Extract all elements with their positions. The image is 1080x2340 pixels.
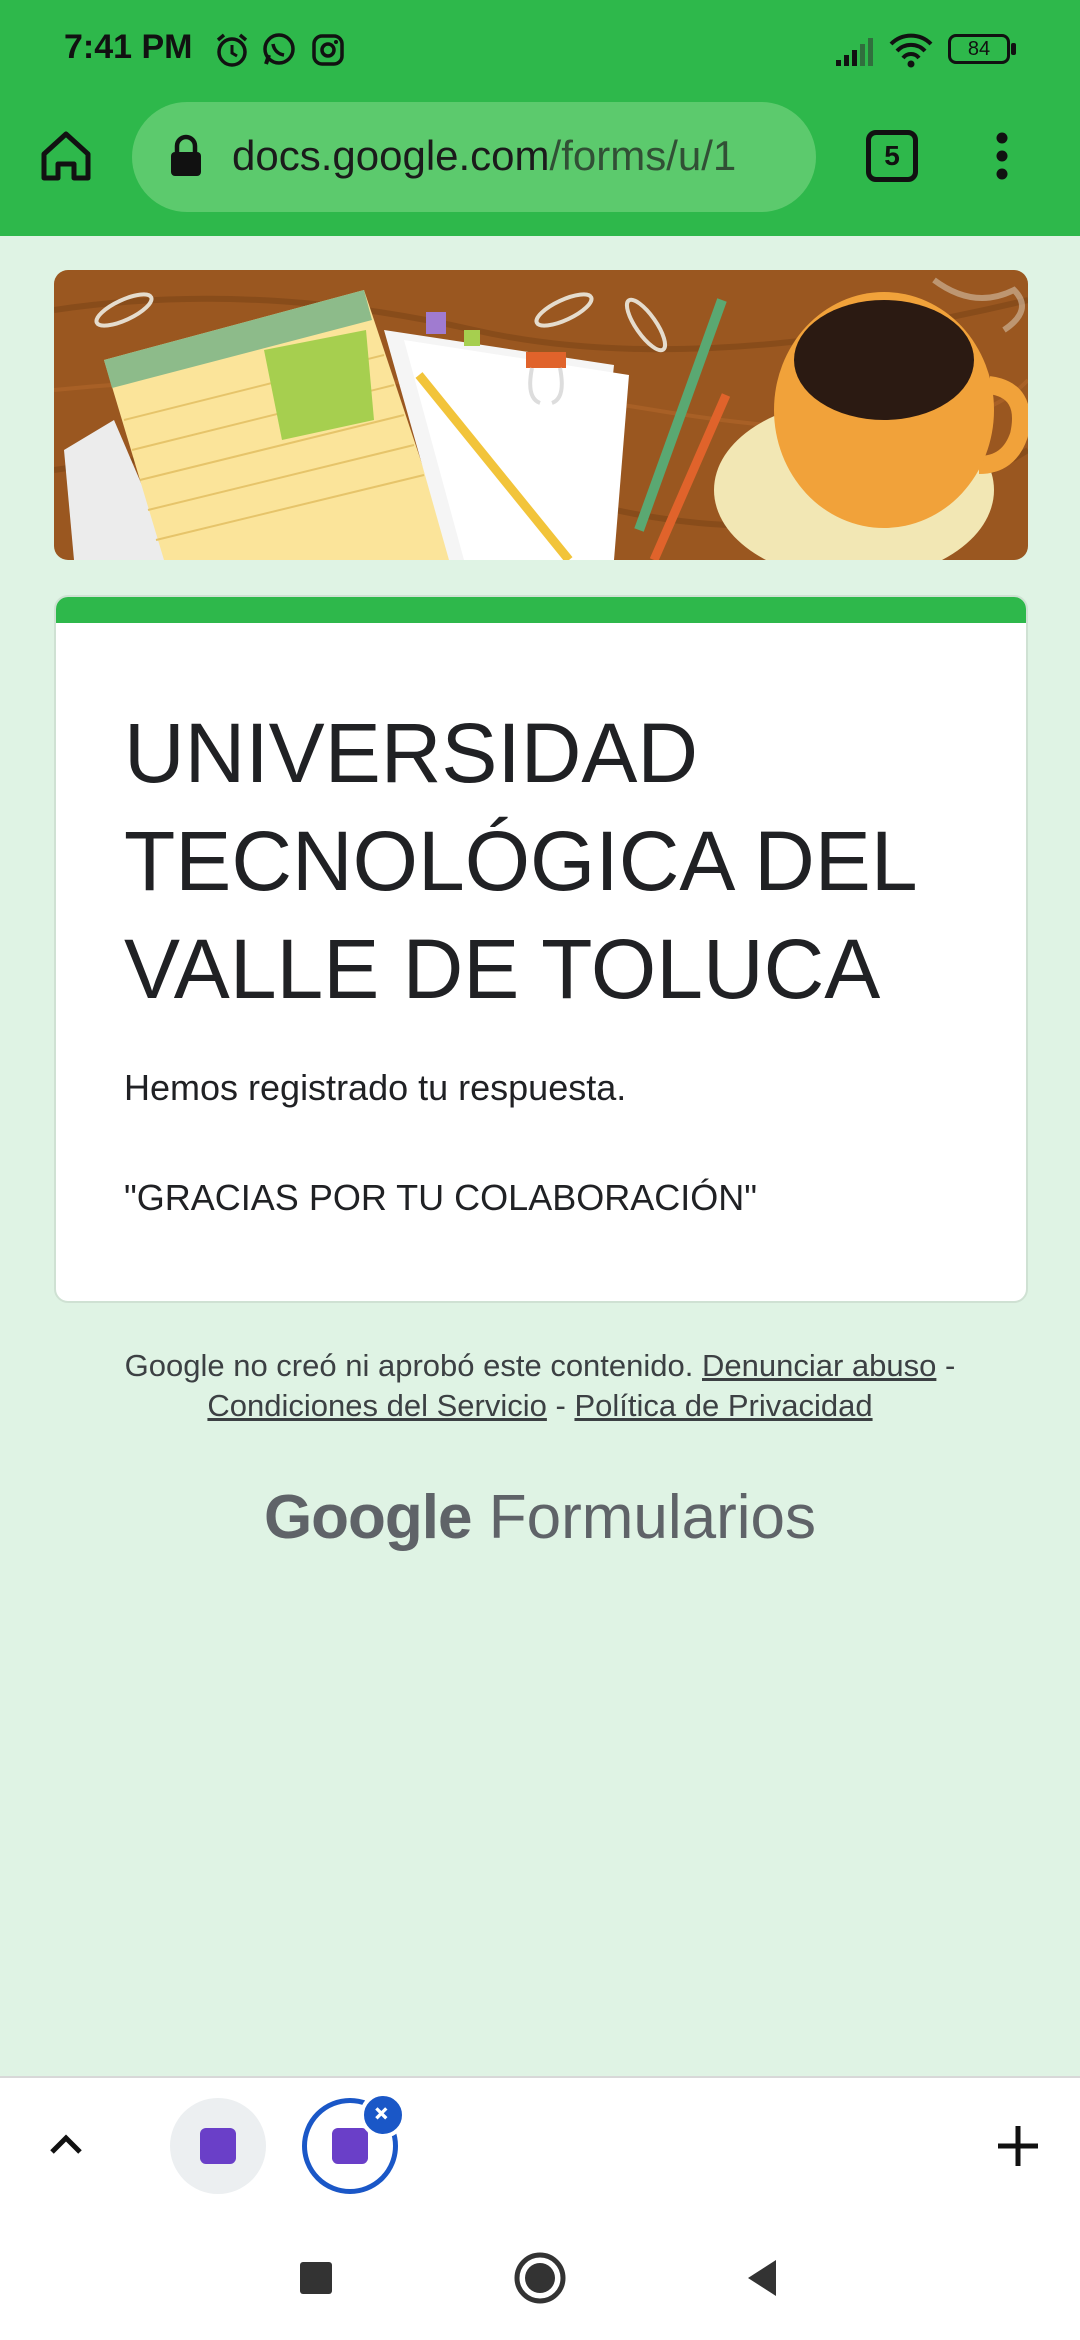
privacy-link[interactable]: Política de Privacidad [574,1388,872,1423]
lock-icon [171,134,201,176]
forms-icon [332,2128,368,2164]
tab-switcher-button[interactable]: 5 [866,130,918,182]
back-icon[interactable] [736,2250,792,2306]
more-vert-icon[interactable] [990,126,1014,186]
recents-icon[interactable] [288,2250,344,2306]
form-header-image [54,270,1028,560]
battery-tip [1011,43,1016,55]
card-accent-bar [56,597,1026,623]
close-tab-icon[interactable] [360,2092,406,2138]
status-bar: 7:41 PM 84 [0,0,1080,96]
brand-google: Google [263,1483,473,1552]
status-time: 7:41 PM [64,28,193,66]
whatsapp-icon [263,33,295,65]
battery-indicator: 84 [948,34,1010,64]
brand-product: Formularios [488,1483,817,1552]
form-title: UNIVERSIDAD TECNOLÓGICA DEL VALLE DE TOL… [124,706,915,1016]
browser-toolbar: 7:41 PM 84 docs.google.com/forms/u/1 5 [0,0,1080,236]
tab-thumbnail[interactable] [170,2098,266,2194]
address-bar[interactable]: docs.google.com/forms/u/1 [132,102,816,212]
form-confirmation-card: UNIVERSIDAD TECNOLÓGICA DEL VALLE DE TOL… [54,595,1028,1303]
forms-icon [200,2128,236,2164]
tab-strip [0,2076,1080,2214]
thanks-message: "GRACIAS POR TU COLABORACIÓN" [124,1177,758,1218]
system-nav-bar [0,2212,1080,2340]
confirmation-message: Hemos registrado tu respuesta. [124,1067,627,1108]
footer-separator: - [555,1388,566,1423]
signal-icon [836,38,873,66]
home-nav-icon[interactable] [512,2250,568,2306]
url-text: docs.google.com/forms/u/1 [232,132,736,180]
home-icon[interactable] [36,126,96,186]
terms-link[interactable]: Condiciones del Servicio [207,1388,546,1423]
url-path: /forms/u/1 [549,132,737,179]
disclaimer-text: Google no creó ni aprobó este contenido. [124,1348,694,1383]
alarm-icon [216,33,248,67]
new-tab-plus-icon[interactable] [988,2116,1048,2176]
form-footer: Google no creó ni aprobó este contenido.… [60,1346,1020,1426]
url-host: docs.google.com [232,132,550,179]
report-abuse-link[interactable]: Denunciar abuso [702,1348,936,1383]
instagram-icon [312,34,344,66]
footer-separator: - [945,1348,956,1383]
wifi-icon [889,33,933,68]
chevron-up-icon[interactable] [44,2122,88,2166]
google-forms-logo[interactable]: Google Formularios [0,1482,1080,1553]
